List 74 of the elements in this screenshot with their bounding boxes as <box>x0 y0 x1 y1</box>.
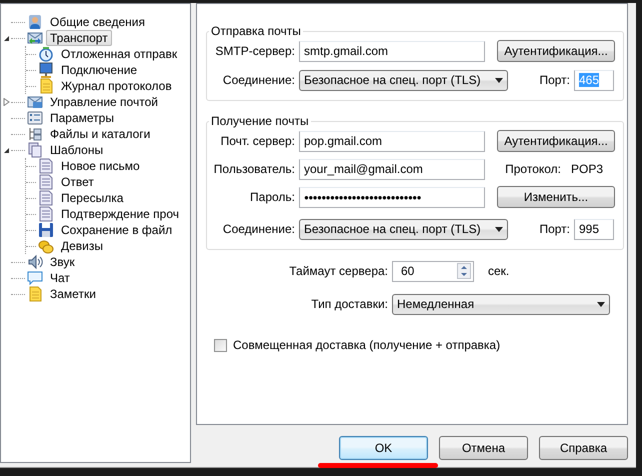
tree-item[interactable]: Звук <box>46 254 79 270</box>
dialog-button[interactable]: Отмена <box>439 436 528 460</box>
protocol-label: Протокол: <box>505 162 561 176</box>
envelope-icon <box>27 30 43 46</box>
tree-item[interactable]: Подключение <box>57 62 142 78</box>
tree-item[interactable]: Параметры <box>46 110 118 126</box>
tree-item[interactable]: Подтверждение проч <box>57 206 183 222</box>
connection-dropdown[interactable]: Безопасное на спец. порт (TLS) <box>299 218 508 240</box>
group-title: Отправка почты <box>210 24 302 38</box>
field-label: Порт: <box>539 222 570 236</box>
list-icon <box>27 110 43 126</box>
field-label: SMTP-сервер: <box>215 44 295 58</box>
tree-item[interactable]: Общие сведения <box>46 14 149 30</box>
dropdown-arrow-icon[interactable] <box>495 78 503 82</box>
note-icon <box>38 78 54 94</box>
document-icon <box>38 206 54 222</box>
document-icon <box>38 158 54 174</box>
field-label: Таймаут сервера: <box>289 264 388 278</box>
password-field[interactable]: ●●●●●●●●●●●●●●●●●●●●●●●●●●● <box>299 186 485 208</box>
tree-item[interactable]: Журнал протоколов <box>57 78 176 94</box>
server-field[interactable]: smtp.gmail.com <box>299 40 485 62</box>
change-button[interactable]: Изменить... <box>497 186 615 208</box>
clock-icon <box>38 46 54 62</box>
tree-item[interactable]: Управление почтой <box>46 94 162 110</box>
document-icon <box>38 174 54 190</box>
coins-icon <box>38 238 54 254</box>
tree-item[interactable]: Транспорт <box>46 30 112 46</box>
document-icon <box>38 190 54 206</box>
tree-item[interactable]: Ответ <box>57 174 98 190</box>
collapse-arrow-icon[interactable] <box>3 146 10 154</box>
note-icon <box>27 286 43 302</box>
expand-arrow-icon[interactable] <box>3 98 10 106</box>
field-label: Порт: <box>539 73 570 87</box>
tree-item[interactable]: Пересылка <box>57 190 128 206</box>
tree-item[interactable]: Заметки <box>46 286 100 302</box>
tree-item[interactable]: Файлы и каталоги <box>46 126 154 142</box>
monitor-icon <box>38 62 54 78</box>
field-label: Тип доставки: <box>311 297 388 311</box>
tree-item[interactable]: Сохранение в файл <box>57 222 176 238</box>
timeout-spinbox[interactable]: 60 <box>392 260 474 282</box>
field-label: Пароль: <box>250 190 295 204</box>
unit-label: сек. <box>488 264 510 278</box>
checkbox-label[interactable]: Совмещенная доставка (получение + отправка) <box>233 338 500 352</box>
field-label: Соединение: <box>222 73 295 87</box>
envelope-icon <box>27 94 43 110</box>
tree-item[interactable]: Девизы <box>57 238 108 254</box>
server-field[interactable]: pop.gmail.com <box>299 130 485 152</box>
authentication-button[interactable]: Аутентификация... <box>497 40 615 62</box>
field-label: Пользователь: <box>214 162 295 176</box>
checkbox[interactable] <box>214 338 227 352</box>
field-label: Почт. сервер: <box>220 134 295 148</box>
connection-dropdown[interactable]: Безопасное на спец. порт (TLS) <box>299 70 508 90</box>
dialog-button[interactable]: OK <box>339 436 428 460</box>
username-field[interactable]: your_mail@gmail.com <box>299 158 485 180</box>
field-label: Соединение: <box>222 222 295 236</box>
dropdown-arrow-icon[interactable] <box>597 302 605 306</box>
tree-item[interactable]: Чат <box>46 270 74 286</box>
documents-icon <box>27 142 43 158</box>
dialog-button[interactable]: Справка <box>539 436 628 460</box>
port-field[interactable]: 995 <box>574 218 614 240</box>
tree-files-icon <box>27 126 43 142</box>
tree-item[interactable]: Отложенная отправк <box>57 46 182 62</box>
chat-icon <box>27 270 43 286</box>
collapse-arrow-icon[interactable] <box>3 34 10 42</box>
spin-arrows-icon[interactable] <box>457 263 471 279</box>
dropdown-arrow-icon[interactable] <box>495 226 503 232</box>
group-title: Получение почты <box>210 114 310 128</box>
protocol-value: POP3 <box>571 162 604 176</box>
speaker-icon <box>27 254 43 270</box>
user-icon <box>27 14 43 30</box>
tree-item[interactable]: Шаблоны <box>46 142 108 158</box>
tree-item[interactable]: Новое письмо <box>57 158 144 174</box>
authentication-button[interactable]: Аутентификация... <box>497 130 615 152</box>
delivery-type-dropdown[interactable]: Немедленная <box>392 294 610 314</box>
